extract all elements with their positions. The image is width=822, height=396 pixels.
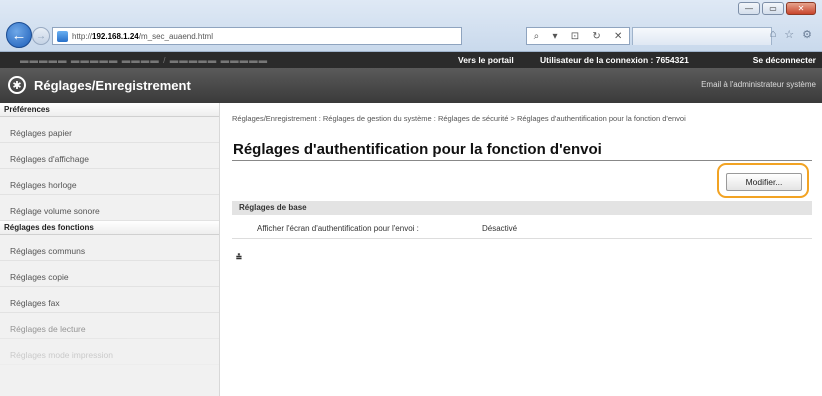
home-icon[interactable]: ⌂ [770, 28, 777, 41]
portal-link[interactable]: Vers le portail [458, 55, 514, 65]
app-title: Réglages/Enregistrement [34, 78, 191, 93]
gear-icon[interactable]: ⚙ [802, 28, 812, 41]
browser-tool-icons: ⌂ ☆ ⚙ [770, 28, 812, 41]
logout-link[interactable]: Se déconnecter [753, 55, 816, 65]
back-arrow-icon: ← [11, 26, 27, 44]
modify-button[interactable]: Modifier... [726, 173, 802, 191]
minimize-button[interactable]: — [738, 2, 760, 15]
sidebar-item-fax[interactable]: Réglages fax [0, 287, 219, 313]
stop-icon[interactable]: ✕ [614, 31, 622, 42]
sidebar-item-paper[interactable]: Réglages papier [0, 117, 219, 143]
email-admin-link[interactable]: Email à l'administrateur système [701, 80, 816, 89]
title-divider [232, 160, 812, 161]
sidebar-item-clock[interactable]: Réglages horloge [0, 169, 219, 195]
browser-nav-row: ← → http://192.168.1.24/m_sec_auaend.htm… [0, 20, 822, 50]
url-text: http://192.168.1.24/m_sec_auaend.html [72, 31, 213, 41]
favicon-icon [57, 30, 68, 42]
main-content: Réglages/Enregistrement : Réglages de ge… [220, 103, 822, 396]
dropdown-icon[interactable]: ▾ [552, 31, 557, 42]
back-button[interactable]: ← [6, 22, 32, 48]
sidebar-item-common[interactable]: Réglages communs [0, 235, 219, 261]
address-bar[interactable]: http://192.168.1.24/m_sec_auaend.html [52, 27, 462, 45]
browser-tab[interactable] [632, 27, 772, 45]
sidebar-section-preferences: Préférences [0, 103, 219, 117]
breadcrumb[interactable]: Réglages/Enregistrement : Réglages de ge… [232, 114, 817, 123]
compat-view-icon[interactable]: ⊡ [571, 31, 579, 42]
maximize-button[interactable]: ▭ [762, 2, 784, 15]
browser-titlebar: — ▭ ✕ ← → http://192.168.1.24/m_sec_auae… [0, 0, 822, 52]
login-user-label: Utilisateur de la connexion : 7654321 [540, 55, 689, 65]
sidebar-item-display[interactable]: Réglages d'affichage [0, 143, 219, 169]
refresh-icon[interactable]: ↻ [592, 31, 600, 42]
search-icon[interactable]: ⌕ [534, 31, 540, 42]
sidebar-item-volume[interactable]: Réglage volume sonore [0, 195, 219, 221]
close-window-button[interactable]: ✕ [786, 2, 816, 15]
modify-highlight: Modifier... [717, 163, 809, 198]
auth-screen-value: Désactivé [482, 224, 518, 233]
basic-settings-header: Réglages de base [232, 201, 812, 215]
app-header: ✱ Réglages/Enregistrement Email à l'admi… [0, 68, 822, 103]
top-status-bar: ▬▬▬▬▬ ▬▬▬▬▬ ▬▬▬▬ / ▬▬▬▬▬ ▬▬▬▬▬ Vers le p… [0, 52, 822, 68]
sidebar-item-scan[interactable]: Réglages de lecture [0, 313, 219, 339]
sidebar: Préférences Réglages papier Réglages d'a… [0, 103, 220, 396]
auth-screen-label: Afficher l'écran d'authentification pour… [257, 224, 419, 233]
favorites-star-icon[interactable]: ☆ [784, 28, 794, 41]
forward-arrow-icon: → [36, 30, 46, 42]
forward-button[interactable]: → [32, 27, 50, 45]
sidebar-section-functions: Réglages des fonctions [0, 221, 219, 235]
settings-registration-icon: ✱ [8, 76, 26, 94]
setting-row: Afficher l'écran d'authentification pour… [232, 215, 812, 239]
page-title: Réglages d'authentification pour la fonc… [233, 141, 602, 158]
sidebar-item-copy[interactable]: Réglages copie [0, 261, 219, 287]
back-to-top-icon[interactable]: ⩮ [236, 252, 242, 263]
sidebar-item-print-mode[interactable]: Réglages mode impression [0, 339, 219, 365]
address-controls: ⌕ ▾ ⊡ ↻ ✕ [526, 27, 630, 45]
device-name: ▬▬▬▬▬ ▬▬▬▬▬ ▬▬▬▬ / ▬▬▬▬▬ ▬▬▬▬▬ [20, 55, 269, 65]
window-controls: — ▭ ✕ [738, 2, 816, 15]
